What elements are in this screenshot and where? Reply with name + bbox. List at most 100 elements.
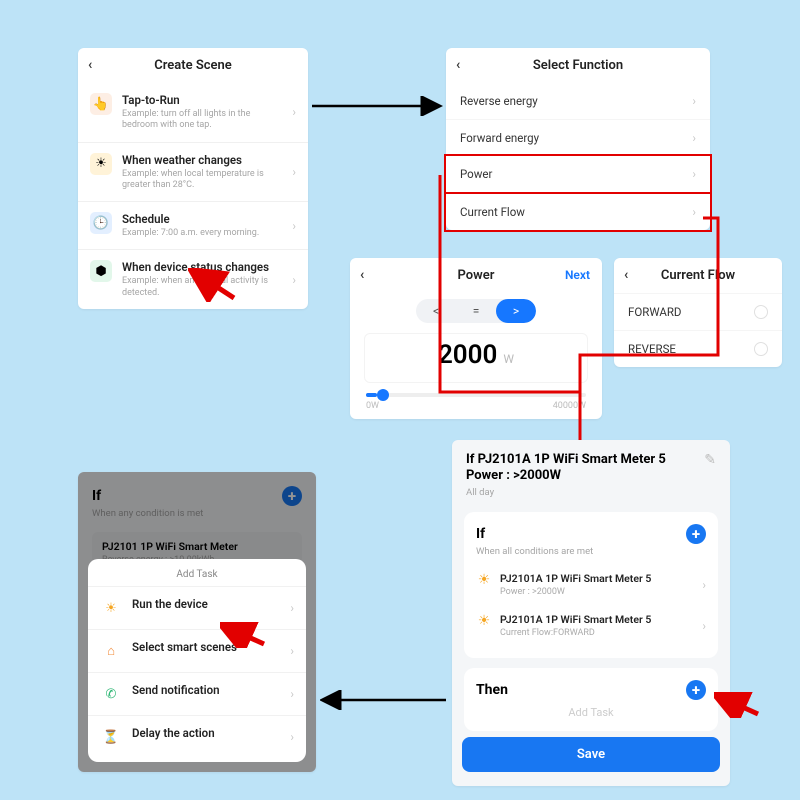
create-scene-item[interactable]: 🕒 Schedule Example: 7:00 a.m. every mornin…	[78, 201, 308, 249]
chevron-right-icon: ›	[292, 273, 296, 287]
task-label: Run the device	[132, 597, 284, 611]
chevron-right-icon: ›	[292, 165, 296, 179]
power-unit: W	[503, 352, 514, 366]
function-label: Power	[460, 167, 492, 181]
chevron-right-icon: ›	[692, 131, 696, 145]
add-condition-button[interactable]: +	[686, 524, 706, 544]
chevron-right-icon: ›	[290, 730, 294, 744]
item-subtitle: Example: 7:00 a.m. every morning.	[122, 228, 286, 239]
item-title: Tap-to-Run	[122, 93, 286, 107]
create-scene-item[interactable]: ⬢ When device status changes Example: when…	[78, 249, 308, 309]
chevron-right-icon: ›	[692, 167, 696, 181]
save-button[interactable]: Save	[462, 737, 720, 772]
task-icon: ✆	[100, 683, 122, 705]
item-title: Schedule	[122, 212, 286, 226]
flow-option-reverse[interactable]: REVERSE	[614, 330, 782, 367]
item-subtitle: Example: when an unusual activity is det…	[122, 276, 286, 299]
chevron-right-icon: ›	[290, 687, 294, 701]
back-icon[interactable]: ‹	[456, 57, 460, 73]
sheet-title: Add Task	[88, 559, 306, 586]
summary-sub: All day	[466, 487, 696, 499]
operator-toggle[interactable]: < = >	[416, 299, 536, 323]
page-title: Current Flow	[661, 268, 735, 283]
scene-icon: ⬢	[90, 260, 112, 282]
item-title: When device status changes	[122, 260, 286, 274]
item-subtitle: Example: when local temperature is great…	[122, 169, 286, 192]
function-item[interactable]: Power ›	[444, 154, 712, 194]
add-task-item[interactable]: ✆ Send notification ›	[88, 672, 306, 715]
function-item[interactable]: Forward energy ›	[446, 119, 710, 156]
arrow-summary-to-addtask	[320, 690, 450, 710]
device-icon: ☀	[476, 613, 492, 629]
edit-icon[interactable]: ✎	[704, 452, 716, 468]
add-task-placeholder: Add Task	[476, 700, 706, 719]
chevron-right-icon: ›	[702, 619, 706, 633]
device-icon: ☀	[476, 572, 492, 588]
back-icon[interactable]: ‹	[360, 267, 364, 283]
task-label: Send notification	[132, 683, 284, 697]
scene-icon: ☀	[90, 153, 112, 175]
current-flow-panel: ‹ Current Flow FORWARD REVERSE	[614, 258, 782, 367]
condition-row[interactable]: ☀ PJ2101A 1P WiFi Smart Meter 5 Current Fl…	[476, 605, 706, 646]
back-icon[interactable]: ‹	[624, 267, 628, 283]
chevron-right-icon: ›	[692, 94, 696, 108]
if-card-sub: When all conditions are met	[476, 546, 706, 558]
chevron-right-icon: ›	[292, 105, 296, 119]
function-item[interactable]: Current Flow ›	[444, 192, 712, 232]
function-label: Forward energy	[460, 131, 539, 145]
power-value[interactable]: 2000	[438, 340, 497, 370]
condition-detail: Power : >2000W	[500, 587, 688, 597]
flow-option-forward[interactable]: FORWARD	[614, 293, 782, 330]
add-task-item[interactable]: ⌂ Select smart scenes ›	[88, 629, 306, 672]
task-icon: ⏳	[100, 726, 122, 748]
op-eq[interactable]: =	[456, 299, 496, 323]
add-task-item[interactable]: ☀ Run the device ›	[88, 586, 306, 629]
op-gt[interactable]: >	[496, 299, 536, 323]
op-lt[interactable]: <	[416, 299, 456, 323]
scene-icon: 🕒	[90, 212, 112, 234]
chevron-right-icon: ›	[692, 205, 696, 219]
task-label: Delay the action	[132, 726, 284, 740]
select-function-panel: ‹Select Function Reverse energy›Forward …	[446, 48, 710, 230]
arrow-scene-to-function	[310, 96, 446, 116]
power-slider[interactable]	[366, 393, 586, 397]
condition-device: PJ2101A 1P WiFi Smart Meter 5	[500, 613, 688, 626]
range-max: 40000W	[553, 401, 586, 411]
create-scene-item[interactable]: ☀ When weather changes Example: when local…	[78, 142, 308, 202]
page-title: Power	[458, 268, 495, 283]
summary-panel: If PJ2101A 1P WiFi Smart Meter 5 Power :…	[452, 440, 730, 786]
add-task-button[interactable]: +	[686, 680, 706, 700]
if-card-title: If	[476, 526, 485, 542]
page-title: Create Scene	[154, 58, 232, 73]
radio-icon	[754, 342, 768, 356]
chevron-right-icon: ›	[702, 578, 706, 592]
function-label: Current Flow	[460, 205, 525, 219]
task-icon: ⌂	[100, 640, 122, 662]
power-panel: ‹ Power Next < = > 2000 W 0W 40000W	[350, 258, 602, 419]
function-label: Reverse energy	[460, 94, 538, 108]
radio-icon	[754, 305, 768, 319]
item-title: When weather changes	[122, 153, 286, 167]
item-subtitle: Example: turn off all lights in the bedr…	[122, 109, 286, 132]
create-scene-item[interactable]: 👆 Tap-to-Run Example: turn off all lights …	[78, 83, 308, 142]
task-label: Select smart scenes	[132, 640, 284, 654]
if-scene-panel: If + When any condition is met PJ2101 1P…	[78, 472, 316, 772]
chevron-right-icon: ›	[290, 644, 294, 658]
page-title: Select Function	[533, 58, 623, 73]
range-min: 0W	[366, 401, 379, 411]
create-scene-panel: ‹ Create Scene 👆 Tap-to-Run Example: turn o…	[78, 48, 308, 309]
task-icon: ☀	[100, 597, 122, 619]
scene-icon: 👆	[90, 93, 112, 115]
chevron-right-icon: ›	[290, 601, 294, 615]
summary-heading: If PJ2101A 1P WiFi Smart Meter 5 Power :…	[466, 452, 696, 485]
condition-device: PJ2101A 1P WiFi Smart Meter 5	[500, 572, 688, 585]
back-icon[interactable]: ‹	[88, 57, 92, 73]
next-button[interactable]: Next	[565, 268, 590, 282]
chevron-right-icon: ›	[292, 219, 296, 233]
add-task-item[interactable]: ⏳ Delay the action ›	[88, 715, 306, 758]
then-title: Then	[476, 682, 508, 698]
function-item[interactable]: Reverse energy ›	[446, 83, 710, 119]
add-task-sheet: Add Task ☀ Run the device › ⌂ Select smart s…	[88, 559, 306, 762]
condition-row[interactable]: ☀ PJ2101A 1P WiFi Smart Meter 5 Power : >2…	[476, 564, 706, 605]
condition-detail: Current Flow:FORWARD	[500, 628, 688, 638]
